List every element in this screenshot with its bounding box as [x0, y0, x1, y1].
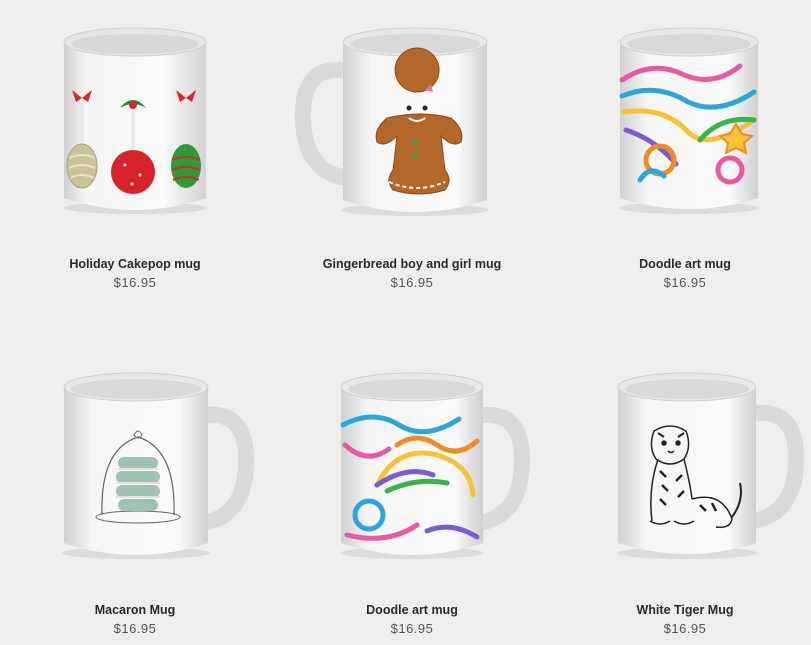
product-title[interactable]: Doodle art mug: [277, 603, 547, 617]
product-title[interactable]: Doodle art mug: [550, 257, 811, 271]
product-card[interactable]: Holiday Cakepop mug $16.95: [0, 0, 270, 300]
product-price: $16.95: [390, 275, 434, 290]
product-card[interactable]: Doodle art mug $16.95: [550, 0, 811, 300]
product-title[interactable]: Gingerbread boy and girl mug: [277, 257, 547, 271]
product-grid: Holiday Cakepop mug $16.95 Gingerbread b…: [0, 0, 811, 645]
product-image[interactable]: [0, 0, 270, 240]
product-card[interactable]: Doodle art mug $16.95: [277, 345, 547, 645]
product-price: $16.95: [663, 275, 707, 290]
product-image[interactable]: [0, 345, 270, 585]
product-card[interactable]: Macaron Mug $16.95: [0, 345, 270, 645]
product-title[interactable]: Macaron Mug: [0, 603, 270, 617]
product-image[interactable]: [550, 0, 811, 240]
product-image[interactable]: [550, 345, 811, 585]
product-price: $16.95: [390, 621, 434, 636]
product-image[interactable]: [277, 0, 547, 240]
product-card[interactable]: Gingerbread boy and girl mug $16.95: [277, 0, 547, 300]
product-price: $16.95: [113, 275, 157, 290]
product-image[interactable]: [277, 345, 547, 585]
product-title[interactable]: White Tiger Mug: [550, 603, 811, 617]
product-card[interactable]: White Tiger Mug $16.95: [550, 345, 811, 645]
product-title[interactable]: Holiday Cakepop mug: [0, 257, 270, 271]
product-price: $16.95: [663, 621, 707, 636]
product-price: $16.95: [113, 621, 157, 636]
